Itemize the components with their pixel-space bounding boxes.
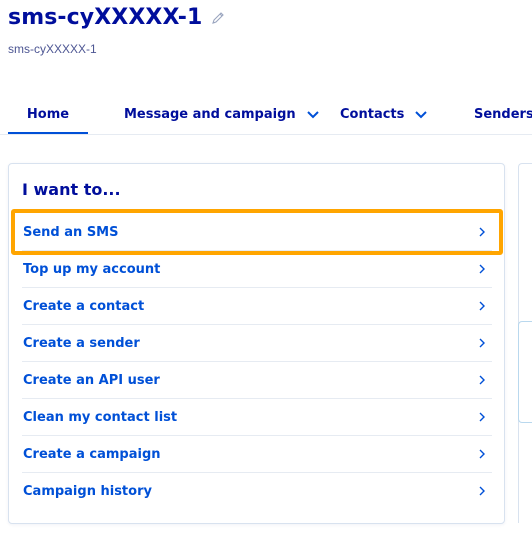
action-label: Clean my contact list [23,409,178,425]
chevron-right-icon [479,449,485,459]
action-label: Create a contact [23,298,145,314]
page-title: sms-cyXXXXX-1 [8,5,203,30]
chevron-down-icon [415,110,428,118]
action-label: Create an API user [23,372,160,388]
card-heading: I want to... [22,180,121,199]
action-top-up-account[interactable]: Top up my account [22,251,492,288]
tab-senders[interactable]: Senders [474,96,532,133]
action-create-api-user[interactable]: Create an API user [22,362,492,399]
tab-home[interactable]: Home [8,96,88,134]
title-row: sms-cyXXXXX-1 [8,4,226,32]
side-panel-box [518,321,532,423]
chevron-right-icon [479,301,485,311]
chevron-down-icon [306,110,319,118]
service-name: sms-cyXXXXX-1 [8,42,97,56]
action-label: Create a campaign [23,446,161,462]
action-campaign-history[interactable]: Campaign history [22,473,492,509]
action-label: Top up my account [23,261,161,277]
tab-label: Contacts [340,107,405,122]
action-label: Campaign history [23,483,152,499]
tab-message-and-campaign[interactable]: Message and campaign [124,96,320,133]
action-label: Send an SMS [23,224,119,240]
chevron-right-icon [479,227,485,237]
pencil-icon[interactable] [210,10,226,26]
action-label: Create a sender [23,335,140,351]
chevron-right-icon [479,264,485,274]
chevron-right-icon [479,486,485,496]
action-create-campaign[interactable]: Create a campaign [22,436,492,473]
page: sms-cyXXXXX-1 sms-cyXXXXX-1 Home Message… [0,0,532,536]
tab-contacts[interactable]: Contacts [340,96,428,133]
action-list: Send an SMS Top up my account Create a c… [11,209,503,509]
chevron-right-icon [479,412,485,422]
action-create-contact[interactable]: Create a contact [22,288,492,325]
chevron-right-icon [479,375,485,385]
action-send-sms[interactable]: Send an SMS [11,209,503,255]
tab-label: Home [26,106,70,122]
action-create-sender[interactable]: Create a sender [22,325,492,362]
tab-label: Senders [474,107,532,122]
action-clean-contact-list[interactable]: Clean my contact list [22,399,492,436]
tab-bar: Home Message and campaign Contacts Sende… [0,96,532,135]
quick-actions-card: I want to... Send an SMS Top up my accou… [8,163,505,524]
tab-label: Message and campaign [124,107,296,122]
chevron-right-icon [479,338,485,348]
